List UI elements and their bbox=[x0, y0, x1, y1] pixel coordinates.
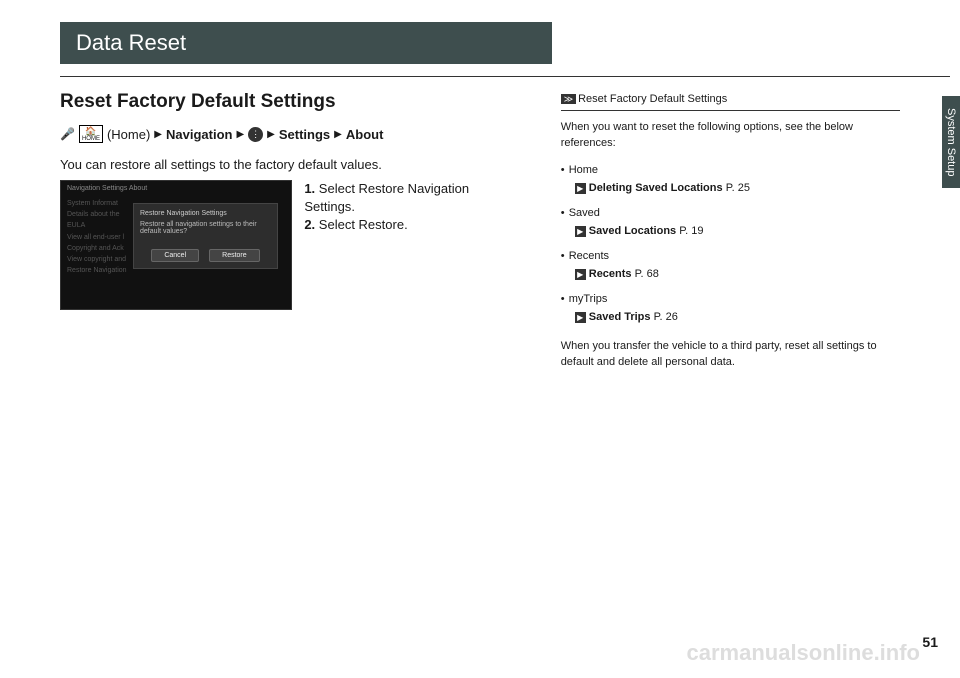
chevron-right-icon: ▶ bbox=[267, 129, 275, 140]
breadcrumb-home-label: (Home) bbox=[107, 127, 150, 142]
link-icon: ▶ bbox=[575, 269, 586, 280]
breadcrumb-navigation: Navigation bbox=[166, 127, 232, 142]
watermark: carmanualsonline.info bbox=[687, 640, 921, 666]
step-item: 1. Select Restore Navigation Settings. bbox=[304, 180, 520, 216]
step-suffix: . bbox=[351, 199, 355, 214]
ref-label: Home bbox=[569, 164, 598, 176]
intro-text: You can restore all settings to the fact… bbox=[60, 157, 521, 172]
step-suffix: . bbox=[404, 217, 408, 232]
note-icon: ≫ bbox=[561, 94, 576, 104]
restore-button[interactable]: Restore bbox=[209, 249, 260, 262]
step-number: 1. bbox=[304, 181, 315, 196]
ref-title: Recents bbox=[589, 268, 632, 280]
ref-title: Saved Trips bbox=[589, 311, 651, 323]
step-target: Restore bbox=[359, 217, 405, 232]
screenshot-header: Navigation Settings About bbox=[67, 185, 285, 192]
link-icon: ▶ bbox=[575, 226, 586, 237]
ref-page: P. 25 bbox=[726, 182, 750, 194]
ref-label: Saved bbox=[569, 207, 600, 219]
chevron-right-icon: ▶ bbox=[334, 129, 342, 140]
step-action: Select bbox=[319, 217, 359, 232]
side-outro: When you transfer the vehicle to a third… bbox=[561, 338, 900, 371]
side-intro: When you want to reset the following opt… bbox=[561, 119, 900, 152]
dialog-text: Restore all navigation settings to their… bbox=[140, 221, 271, 235]
chapter-banner: Data Reset bbox=[60, 22, 552, 64]
breadcrumb-about: About bbox=[346, 127, 384, 142]
bullet-icon: • bbox=[561, 291, 569, 308]
chevron-right-icon: ▶ bbox=[236, 129, 244, 140]
ref-title: Saved Locations bbox=[589, 225, 676, 237]
breadcrumb-settings: Settings bbox=[279, 127, 330, 142]
side-tab: System Setup bbox=[942, 96, 960, 188]
ref-label: myTrips bbox=[569, 293, 608, 305]
ref-title: Deleting Saved Locations bbox=[589, 182, 723, 194]
restore-dialog: Restore Navigation Settings Restore all … bbox=[133, 203, 278, 269]
bullet-icon: • bbox=[561, 162, 569, 179]
ref-page: P. 68 bbox=[635, 268, 659, 280]
steps-list: 1. Select Restore Navigation Settings. 2… bbox=[304, 180, 520, 310]
page-number: 51 bbox=[922, 634, 938, 650]
section-title: Reset Factory Default Settings bbox=[60, 91, 521, 113]
side-header: ≫Reset Factory Default Settings bbox=[561, 91, 900, 111]
ref-label: Recents bbox=[569, 250, 609, 262]
home-icon: HOME bbox=[79, 125, 103, 143]
breadcrumb: 🎤 HOME (Home) ▶ Navigation ▶ ⋮ ▶ Setting… bbox=[60, 125, 521, 143]
bullet-icon: • bbox=[561, 205, 569, 222]
link-icon: ▶ bbox=[575, 183, 586, 194]
cancel-button[interactable]: Cancel bbox=[151, 249, 199, 262]
voice-icon: 🎤 bbox=[60, 127, 75, 141]
chevron-right-icon: ▶ bbox=[154, 129, 162, 140]
bullet-icon: • bbox=[561, 248, 569, 265]
divider bbox=[60, 76, 950, 77]
step-action: Select bbox=[319, 181, 359, 196]
screenshot: Navigation Settings About System Informa… bbox=[60, 180, 292, 310]
ref-page: P. 26 bbox=[654, 311, 678, 323]
dialog-title: Restore Navigation Settings bbox=[140, 210, 271, 217]
step-item: 2. Select Restore. bbox=[304, 216, 520, 234]
link-icon: ▶ bbox=[575, 312, 586, 323]
more-vertical-icon: ⋮ bbox=[248, 127, 263, 142]
step-number: 2. bbox=[304, 217, 315, 232]
ref-page: P. 19 bbox=[679, 225, 703, 237]
side-header-text: Reset Factory Default Settings bbox=[578, 93, 727, 105]
